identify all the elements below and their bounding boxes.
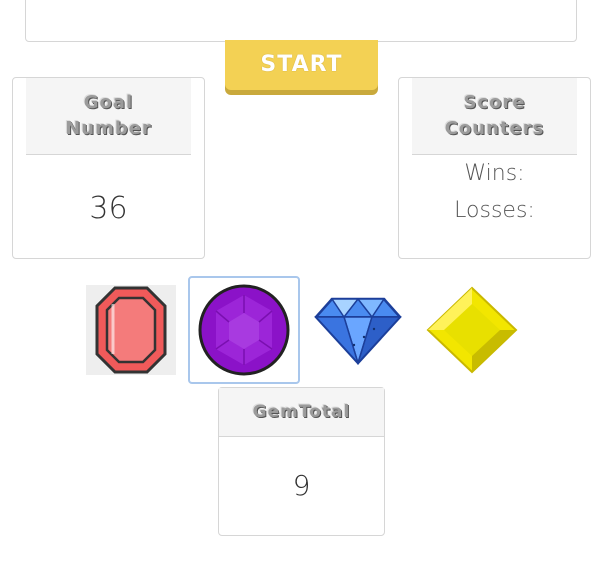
score-title-line2: Counters bbox=[444, 118, 545, 139]
goal-number-header: Goal Number bbox=[26, 78, 191, 155]
purple-gem-button[interactable] bbox=[188, 276, 300, 384]
goal-title-line2: Number bbox=[65, 118, 152, 139]
goal-number-value: 36 bbox=[89, 191, 128, 226]
start-button[interactable]: START bbox=[225, 40, 378, 90]
score-counters-card: Score Counters Wins: Losses: bbox=[398, 77, 591, 259]
red-gem-icon bbox=[86, 285, 176, 375]
goal-title-line1: Goal bbox=[83, 92, 134, 113]
purple-gem-icon bbox=[198, 284, 290, 376]
blue-diamond-button[interactable] bbox=[302, 276, 414, 384]
score-title-line1: Score bbox=[463, 92, 526, 113]
wins-label: Wins: bbox=[464, 161, 525, 186]
gem-row bbox=[0, 276, 609, 388]
gem-total-value: 9 bbox=[292, 469, 311, 502]
goal-number-card: Goal Number 36 bbox=[12, 77, 205, 259]
blue-diamond-icon bbox=[314, 297, 402, 365]
red-gem-button[interactable] bbox=[75, 276, 187, 384]
gem-total-header: GemTotal bbox=[219, 388, 384, 437]
yellow-gem-icon bbox=[426, 286, 518, 374]
top-panel bbox=[25, 0, 577, 42]
losses-label: Losses: bbox=[454, 198, 535, 223]
gem-total-card: GemTotal 9 bbox=[218, 387, 385, 536]
yellow-gem-button[interactable] bbox=[416, 276, 528, 384]
score-counters-header: Score Counters bbox=[412, 78, 577, 155]
